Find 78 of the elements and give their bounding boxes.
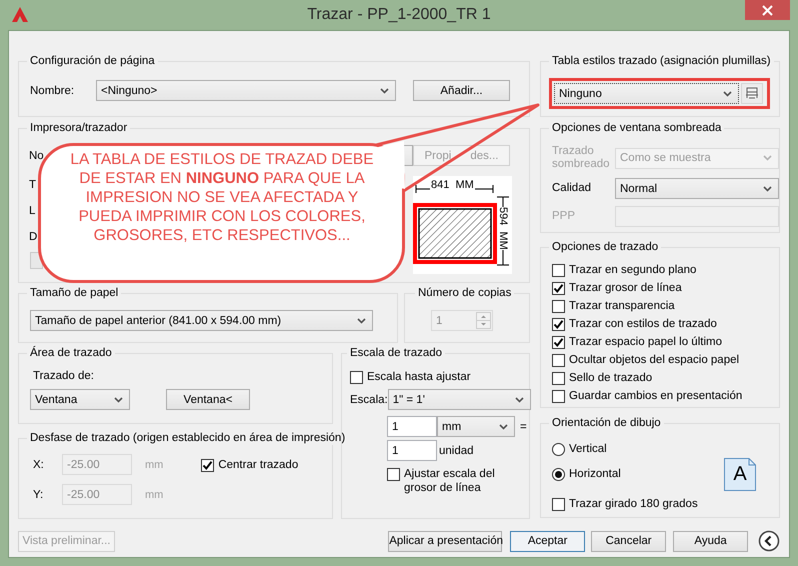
edit-table-icon[interactable] <box>741 83 763 104</box>
paper-size-dropdown[interactable]: Tamaño de papel anterior (841.00 x 594.00 mm) <box>30 310 373 331</box>
field-label: L <box>29 204 36 218</box>
group-heading: Área de trazado <box>29 346 113 360</box>
radio-option[interactable]: Horizontal <box>552 466 621 482</box>
chevron-icon <box>380 88 389 94</box>
checkbox[interactable]: Trazar con estilos de trazado <box>552 317 717 331</box>
checkbox[interactable]: Sello de trazado <box>552 371 652 385</box>
checkbox[interactable]: Trazar transparencia <box>552 299 675 313</box>
close-button[interactable] <box>745 0 790 20</box>
equals-sign: = <box>520 420 527 432</box>
unit-dropdown[interactable]: mm <box>437 416 515 437</box>
checkbox[interactable]: Guardar cambios en presentación <box>552 389 742 403</box>
checkbox[interactable]: Trazar girado 180 grados <box>552 497 698 511</box>
window-title: Trazar - PP_1-2000_TR 1 <box>307 6 491 23</box>
chevron-icon <box>763 186 772 192</box>
page-letter-icon: A <box>724 458 756 491</box>
chevron-icon <box>723 90 732 96</box>
scale-field[interactable]: 1 <box>387 440 437 461</box>
option-label: Calidad <box>552 182 592 195</box>
field-label: D <box>29 230 38 244</box>
shading-dropdown[interactable]: Normal <box>615 178 779 199</box>
checkbox[interactable]: Ajustar escala del grosor de línea <box>387 467 522 495</box>
group-heading: Número de copias <box>417 286 512 300</box>
chevron-icon <box>514 396 524 402</box>
group-heading: Tamaño de papel <box>29 286 120 300</box>
app-logo-icon <box>12 6 28 22</box>
scale-dropdown[interactable]: 1" = 1' <box>388 389 531 410</box>
scale-field[interactable]: 1 <box>387 416 437 437</box>
dimension-label: 594 MM <box>497 207 508 250</box>
checkbox[interactable]: Ocultar objetos del espacio papel <box>552 353 740 367</box>
unit-label: mm <box>145 488 164 500</box>
collapse-button[interactable] <box>758 530 780 552</box>
checkbox[interactable]: Escala hasta ajustar <box>350 370 471 384</box>
chevron-icon <box>114 396 123 402</box>
checkmark-icon <box>202 460 214 470</box>
group-heading: Escala de trazado <box>349 346 444 360</box>
dialog-button[interactable]: Ayuda <box>673 530 748 552</box>
unit-label: mm <box>145 458 164 470</box>
checkbox[interactable]: Trazar en segundo plano <box>552 263 696 277</box>
group-heading: Opciones de trazado <box>551 240 660 254</box>
checkmark-icon <box>553 337 564 348</box>
chevron-icon <box>499 424 508 430</box>
unit-label: unidad <box>439 444 474 456</box>
field-label: T <box>29 178 36 192</box>
checkbox[interactable]: Trazar espacio papel lo último <box>552 335 722 349</box>
dialog-button[interactable]: Aplicar a presentación <box>388 530 502 552</box>
dimension-label: 841 MM <box>430 179 475 191</box>
field-label: Trazado de: <box>33 369 94 383</box>
window-button[interactable]: Ventana< <box>166 389 250 410</box>
group-heading: Configuración de página <box>29 54 156 68</box>
option-label: PPP <box>552 210 576 223</box>
field-label: Nombre: <box>30 84 76 96</box>
field-label: X: <box>33 458 45 470</box>
tooltip-text: LA TABLA DE ESTILOS DE TRAZAD DEBE DE ESTAR EN NINGUNO PARA QUE LA IMPRESION NO SE VEA AFECTADA Y PUEDA IMPRIMIR CON LOS COLORES, GROSORES, ETC RESPECTIVOS... <box>69 150 375 245</box>
field-label: Y: <box>33 488 44 500</box>
checkbox[interactable]: Trazar grosor de línea <box>552 281 682 295</box>
radio-option[interactable]: Vertical <box>552 441 621 457</box>
checkbox[interactable]: Centrar trazado <box>201 458 298 472</box>
plot-style-dropdown[interactable]: Ninguno <box>554 83 739 104</box>
field-label: No <box>29 148 44 162</box>
checkmark-icon <box>553 283 564 294</box>
dialog-button[interactable]: Cancelar <box>591 530 666 552</box>
group-heading: Desfase de trazado (origen establecido en área de impresión) <box>29 431 346 445</box>
option-label: Trazado sombreado <box>552 145 611 171</box>
field-label: Escala: <box>350 394 388 406</box>
plot-area-dropdown[interactable]: Ventana <box>30 389 130 410</box>
page-setup-dropdown[interactable]: <Ninguno> <box>96 80 396 101</box>
group-heading: Impresora/trazador <box>29 121 128 135</box>
add-button[interactable]: Añadir... <box>413 80 510 101</box>
group-heading: Opciones de ventana sombreada <box>551 121 722 135</box>
chevron-icon <box>763 155 772 161</box>
dialog-button[interactable]: Aceptar <box>510 530 586 552</box>
checkmark-icon <box>553 319 564 330</box>
close-icon <box>762 4 773 16</box>
group-heading: Orientación de dibujo <box>551 416 662 430</box>
group-heading: Tabla estilos trazado (asignación plumillas) <box>551 54 772 68</box>
chevron-icon <box>357 318 366 324</box>
